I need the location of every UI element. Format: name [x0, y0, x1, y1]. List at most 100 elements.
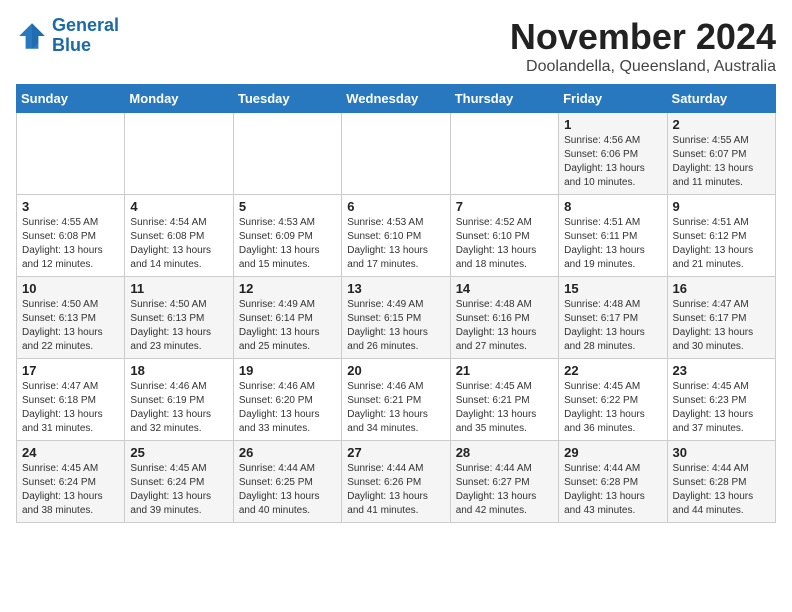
weekday-header-monday: Monday	[125, 85, 233, 113]
weekday-header-sunday: Sunday	[17, 85, 125, 113]
day-info: Sunrise: 4:51 AM Sunset: 6:11 PM Dayligh…	[564, 216, 661, 272]
day-cell	[450, 113, 558, 195]
week-row-3: 10 Sunrise: 4:50 AM Sunset: 6:13 PM Dayli…	[17, 277, 776, 359]
day-info: Sunrise: 4:44 AM Sunset: 6:27 PM Dayligh…	[456, 462, 553, 518]
day-number: 21	[456, 363, 553, 378]
day-info: Sunrise: 4:47 AM Sunset: 6:17 PM Dayligh…	[673, 298, 770, 354]
day-number: 24	[22, 445, 119, 460]
day-info: Sunrise: 4:47 AM Sunset: 6:18 PM Dayligh…	[22, 380, 119, 436]
weekday-header-saturday: Saturday	[667, 85, 775, 113]
calendar-table: SundayMondayTuesdayWednesdayThursdayFrid…	[16, 84, 776, 523]
day-info: Sunrise: 4:50 AM Sunset: 6:13 PM Dayligh…	[22, 298, 119, 354]
day-info: Sunrise: 4:48 AM Sunset: 6:17 PM Dayligh…	[564, 298, 661, 354]
day-number: 15	[564, 281, 661, 296]
day-number: 28	[456, 445, 553, 460]
day-cell: 11Sunrise: 4:50 AM Sunset: 6:13 PM Dayli…	[125, 277, 233, 359]
day-number: 9	[673, 199, 770, 214]
day-info: Sunrise: 4:55 AM Sunset: 6:08 PM Dayligh…	[22, 216, 119, 272]
day-info: Sunrise: 4:53 AM Sunset: 6:10 PM Dayligh…	[347, 216, 444, 272]
day-cell: 18 Sunrise: 4:46 AM Sunset: 6:19 PM Dayli…	[125, 359, 233, 441]
day-info: Sunrise: 4:46 AM Sunset: 6:20 PM Dayligh…	[239, 380, 336, 436]
day-info: Sunrise: 4:44 AM Sunset: 6:28 PM Dayligh…	[673, 462, 770, 518]
day-cell: 3 Sunrise: 4:55 AM Sunset: 6:08 PM Daylig…	[17, 195, 125, 277]
logo-icon	[16, 20, 48, 52]
day-cell: 6 Sunrise: 4:53 AM Sunset: 6:10 PM Daylig…	[342, 195, 450, 277]
month-title: November 2024	[510, 16, 776, 58]
day-number: 17	[22, 363, 119, 378]
day-info: Sunrise: 4:45 AM Sunset: 6:22 PM Dayligh…	[564, 380, 661, 436]
day-info: Sunrise: 4:45 AM Sunset: 6:24 PM Dayligh…	[22, 462, 119, 518]
day-number: 22	[564, 363, 661, 378]
week-row-5: 24 Sunrise: 4:45 AM Sunset: 6:24 PM Dayli…	[17, 441, 776, 523]
day-info: Sunrise: 4:44 AM Sunset: 6:26 PM Dayligh…	[347, 462, 444, 518]
week-row-1: 1 Sunrise: 4:56 AM Sunset: 6:06 PM Daylig…	[17, 113, 776, 195]
day-info: Sunrise: 4:46 AM Sunset: 6:21 PM Dayligh…	[347, 380, 444, 436]
page-header: General Blue November 2024 Doolandella, …	[16, 16, 776, 76]
day-info: Sunrise: 4:48 AM Sunset: 6:16 PM Dayligh…	[456, 298, 553, 354]
day-info: Sunrise: 4:51 AM Sunset: 6:12 PM Dayligh…	[673, 216, 770, 272]
day-number: 23	[673, 363, 770, 378]
day-cell: 13Sunrise: 4:49 AM Sunset: 6:15 PM Dayli…	[342, 277, 450, 359]
day-cell: 9 Sunrise: 4:51 AM Sunset: 6:12 PM Daylig…	[667, 195, 775, 277]
day-cell: 16 Sunrise: 4:47 AM Sunset: 6:17 PM Dayli…	[667, 277, 775, 359]
day-cell: 14Sunrise: 4:48 AM Sunset: 6:16 PM Dayli…	[450, 277, 558, 359]
day-number: 26	[239, 445, 336, 460]
day-number: 8	[564, 199, 661, 214]
day-info: Sunrise: 4:55 AM Sunset: 6:07 PM Dayligh…	[673, 134, 770, 190]
day-info: Sunrise: 4:56 AM Sunset: 6:06 PM Dayligh…	[564, 134, 661, 190]
day-cell: 19 Sunrise: 4:46 AM Sunset: 6:20 PM Dayli…	[233, 359, 341, 441]
day-cell: 4Sunrise: 4:54 AM Sunset: 6:08 PM Daylig…	[125, 195, 233, 277]
day-cell: 22 Sunrise: 4:45 AM Sunset: 6:22 PM Dayli…	[559, 359, 667, 441]
day-cell: 2 Sunrise: 4:55 AM Sunset: 6:07 PM Daylig…	[667, 113, 775, 195]
logo-text: General Blue	[52, 16, 119, 56]
day-cell	[125, 113, 233, 195]
weekday-header-tuesday: Tuesday	[233, 85, 341, 113]
weekday-header-friday: Friday	[559, 85, 667, 113]
day-cell	[342, 113, 450, 195]
day-number: 12	[239, 281, 336, 296]
week-row-4: 17 Sunrise: 4:47 AM Sunset: 6:18 PM Dayli…	[17, 359, 776, 441]
day-info: Sunrise: 4:44 AM Sunset: 6:25 PM Dayligh…	[239, 462, 336, 518]
day-cell: 15 Sunrise: 4:48 AM Sunset: 6:17 PM Dayli…	[559, 277, 667, 359]
day-info: Sunrise: 4:52 AM Sunset: 6:10 PM Dayligh…	[456, 216, 553, 272]
day-cell: 24 Sunrise: 4:45 AM Sunset: 6:24 PM Dayli…	[17, 441, 125, 523]
day-number: 4	[130, 199, 227, 214]
day-cell: 12 Sunrise: 4:49 AM Sunset: 6:14 PM Dayli…	[233, 277, 341, 359]
day-cell: 27Sunrise: 4:44 AM Sunset: 6:26 PM Dayli…	[342, 441, 450, 523]
day-number: 2	[673, 117, 770, 132]
day-number: 3	[22, 199, 119, 214]
day-number: 7	[456, 199, 553, 214]
day-cell: 7 Sunrise: 4:52 AM Sunset: 6:10 PM Daylig…	[450, 195, 558, 277]
day-cell: 17 Sunrise: 4:47 AM Sunset: 6:18 PM Dayli…	[17, 359, 125, 441]
day-number: 20	[347, 363, 444, 378]
day-number: 29	[564, 445, 661, 460]
day-info: Sunrise: 4:53 AM Sunset: 6:09 PM Dayligh…	[239, 216, 336, 272]
day-info: Sunrise: 4:45 AM Sunset: 6:23 PM Dayligh…	[673, 380, 770, 436]
day-number: 25	[130, 445, 227, 460]
day-number: 19	[239, 363, 336, 378]
weekday-header-wednesday: Wednesday	[342, 85, 450, 113]
day-number: 18	[130, 363, 227, 378]
week-row-2: 3 Sunrise: 4:55 AM Sunset: 6:08 PM Daylig…	[17, 195, 776, 277]
day-info: Sunrise: 4:50 AM Sunset: 6:13 PM Dayligh…	[130, 298, 227, 354]
day-cell: 29 Sunrise: 4:44 AM Sunset: 6:28 PM Dayli…	[559, 441, 667, 523]
day-cell: 5 Sunrise: 4:53 AM Sunset: 6:09 PM Daylig…	[233, 195, 341, 277]
day-number: 1	[564, 117, 661, 132]
title-block: November 2024 Doolandella, Queensland, A…	[510, 16, 776, 76]
day-cell	[233, 113, 341, 195]
day-cell: 1 Sunrise: 4:56 AM Sunset: 6:06 PM Daylig…	[559, 113, 667, 195]
day-info: Sunrise: 4:49 AM Sunset: 6:14 PM Dayligh…	[239, 298, 336, 354]
day-number: 10	[22, 281, 119, 296]
day-cell: 10 Sunrise: 4:50 AM Sunset: 6:13 PM Dayli…	[17, 277, 125, 359]
day-cell: 30Sunrise: 4:44 AM Sunset: 6:28 PM Dayli…	[667, 441, 775, 523]
day-info: Sunrise: 4:45 AM Sunset: 6:21 PM Dayligh…	[456, 380, 553, 436]
day-info: Sunrise: 4:45 AM Sunset: 6:24 PM Dayligh…	[130, 462, 227, 518]
day-cell: 23 Sunrise: 4:45 AM Sunset: 6:23 PM Dayli…	[667, 359, 775, 441]
day-number: 16	[673, 281, 770, 296]
day-number: 13	[347, 281, 444, 296]
day-info: Sunrise: 4:46 AM Sunset: 6:19 PM Dayligh…	[130, 380, 227, 436]
day-number: 6	[347, 199, 444, 214]
day-info: Sunrise: 4:44 AM Sunset: 6:28 PM Dayligh…	[564, 462, 661, 518]
weekday-header-thursday: Thursday	[450, 85, 558, 113]
day-number: 5	[239, 199, 336, 214]
